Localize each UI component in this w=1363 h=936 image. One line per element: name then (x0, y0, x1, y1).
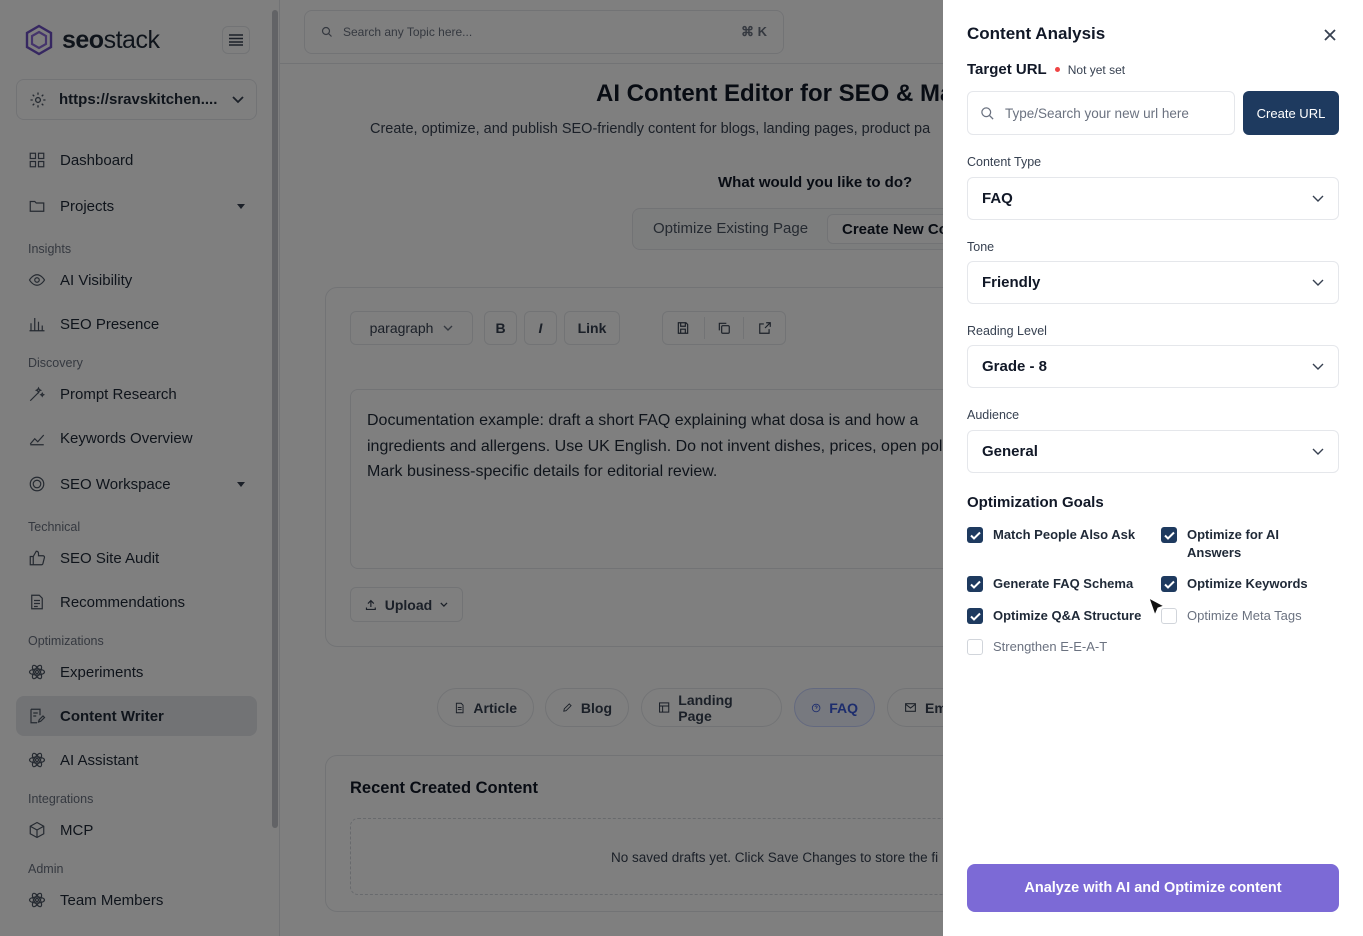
modal-backdrop[interactable] (0, 0, 943, 936)
analyze-button[interactable]: Analyze with AI and Optimize content (967, 864, 1339, 912)
goal-strengthen-eeat[interactable]: Strengthen E-E-A-T (967, 638, 1157, 656)
url-input[interactable] (1005, 105, 1215, 121)
goal-optimize-for-ai-answers[interactable]: Optimize for AI Answers (1161, 526, 1321, 562)
tone-label: Tone (967, 240, 995, 254)
checkbox-checked[interactable] (1161, 527, 1177, 543)
content-type-select[interactable]: FAQ (967, 177, 1339, 220)
target-url-label: Target URL Not yet set (967, 61, 1126, 78)
target-url-status: Not yet set (1067, 62, 1126, 77)
goal-generate-faq-schema[interactable]: Generate FAQ Schema (967, 575, 1152, 593)
tone-select[interactable]: Friendly (967, 261, 1339, 304)
checkbox-checked[interactable] (967, 527, 983, 543)
goal-optimize-keywords[interactable]: Optimize Keywords (1161, 575, 1321, 593)
background-app: seostack https://sravskitchen.... Dashbo… (0, 0, 943, 936)
required-dot (1054, 67, 1060, 72)
chevron-down-icon (1312, 279, 1324, 286)
audience-select[interactable]: General (967, 430, 1339, 473)
reading-level-select[interactable]: Grade - 8 (967, 345, 1339, 388)
search-icon (981, 106, 994, 120)
audience-label: Audience (967, 408, 1020, 422)
goal-optimize-meta-tags[interactable]: Optimize Meta Tags (1161, 607, 1331, 625)
chevron-down-icon (1312, 448, 1324, 455)
close-icon[interactable] (1321, 26, 1339, 44)
panel-title: Content Analysis (967, 24, 1106, 43)
checkbox-checked[interactable] (1161, 576, 1177, 592)
mouse-cursor-icon (1148, 596, 1166, 617)
create-url-button[interactable]: Create URL (1243, 91, 1339, 135)
content-analysis-panel: Content Analysis Target URL Not yet set … (943, 0, 1363, 936)
checkbox-checked[interactable] (967, 576, 983, 592)
content-type-label: Content Type (967, 155, 1042, 169)
goal-optimize-qa-structure[interactable]: Optimize Q&A Structure (967, 607, 1157, 625)
chevron-down-icon (1312, 363, 1324, 370)
url-search-field[interactable] (967, 91, 1235, 135)
goal-match-people-also-ask[interactable]: Match People Also Ask (967, 526, 1152, 544)
checkbox-checked[interactable] (967, 608, 983, 624)
checkbox-unchecked[interactable] (967, 639, 983, 655)
chevron-down-icon (1312, 195, 1324, 202)
optimization-goals-title: Optimization Goals (967, 494, 1104, 511)
reading-level-label: Reading Level (967, 324, 1047, 338)
